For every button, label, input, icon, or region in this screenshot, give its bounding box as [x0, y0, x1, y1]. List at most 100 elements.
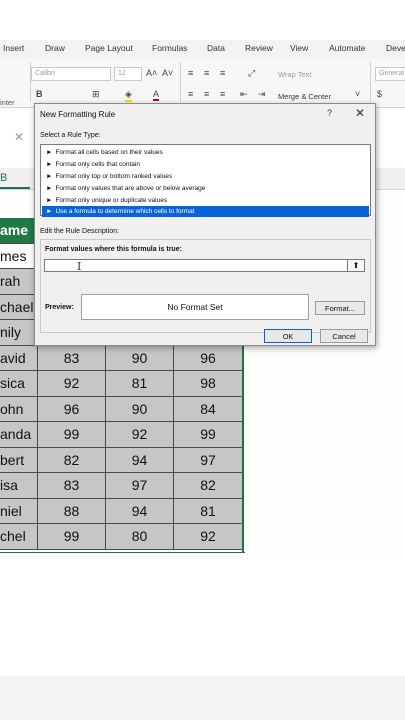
- score-cell[interactable]: 83: [38, 473, 106, 499]
- name-cell[interactable]: rah: [0, 269, 38, 295]
- formula-input[interactable]: [44, 259, 365, 272]
- tab-draw[interactable]: Draw: [45, 43, 65, 53]
- rule-type-list[interactable]: ► Format all cells based on their values …: [40, 144, 371, 217]
- score-cell[interactable]: 94: [106, 498, 174, 524]
- score-cell[interactable]: 92: [106, 422, 174, 448]
- score-cell[interactable]: 97: [106, 473, 174, 499]
- score-cell[interactable]: 90: [106, 396, 174, 422]
- column-header-b[interactable]: B: [0, 172, 7, 184]
- name-cell[interactable]: chel: [0, 524, 38, 550]
- align-middle-icon[interactable]: ≡: [204, 68, 209, 78]
- font-name-box[interactable]: Calibri: [31, 67, 111, 81]
- tab-insert[interactable]: Insert: [3, 43, 24, 53]
- name-cell[interactable]: avid: [0, 345, 38, 371]
- wrap-text-button[interactable]: Wrap Text: [278, 70, 312, 79]
- score-cell[interactable]: 96: [38, 396, 106, 422]
- font-color-icon[interactable]: A: [153, 89, 160, 101]
- score-cell[interactable]: 82: [174, 473, 243, 499]
- score-cell[interactable]: 98: [174, 371, 243, 397]
- rule-option[interactable]: ► Format only cells that contain: [42, 159, 369, 170]
- score-cell[interactable]: 82: [38, 447, 106, 473]
- align-bottom-icon[interactable]: ≡: [220, 68, 225, 78]
- top-blank: [0, 0, 405, 40]
- name-cell[interactable]: bert: [0, 447, 38, 473]
- header-cell-name[interactable]: ame: [0, 218, 38, 244]
- close-icon[interactable]: ✕: [355, 106, 365, 120]
- font-size-box[interactable]: 12: [114, 67, 142, 81]
- score-cell[interactable]: 92: [38, 371, 106, 397]
- score-cell[interactable]: 84: [174, 396, 243, 422]
- orientation-icon[interactable]: ⤢: [248, 68, 255, 79]
- arrow-right-icon: ►: [46, 197, 53, 204]
- cancel-icon[interactable]: ✕: [14, 130, 24, 144]
- collapse-dialog-icon[interactable]: ⬆: [347, 259, 365, 272]
- fill-color-icon[interactable]: ◈: [125, 89, 132, 102]
- borders-icon[interactable]: ⊞: [92, 89, 100, 100]
- format-button[interactable]: Format...: [315, 301, 365, 315]
- score-cell[interactable]: 99: [174, 422, 243, 448]
- arrow-right-icon: ►: [46, 185, 53, 192]
- name-cell[interactable]: nily: [0, 320, 38, 346]
- rule-option-selected[interactable]: ► Use a formula to determine which cells …: [42, 206, 369, 217]
- tab-view[interactable]: View: [290, 43, 308, 53]
- score-cell[interactable]: 83: [38, 345, 106, 371]
- table-row: bert 82 94 97: [0, 447, 245, 473]
- name-cell[interactable]: sica: [0, 371, 38, 397]
- rule-option[interactable]: ► Format all cells based on their values: [42, 147, 369, 158]
- merge-center-button[interactable]: Merge & Center: [278, 92, 331, 101]
- align-center-icon[interactable]: ≡: [204, 89, 209, 99]
- score-cell[interactable]: 96: [174, 345, 243, 371]
- score-cell[interactable]: 99: [38, 524, 106, 550]
- tab-page-layout[interactable]: Page Layout: [85, 43, 133, 53]
- tab-developer[interactable]: Deve: [386, 43, 405, 53]
- score-cell[interactable]: 92: [174, 524, 243, 550]
- name-cell[interactable]: mes: [0, 243, 38, 269]
- align-top-icon[interactable]: ≡: [188, 68, 193, 78]
- name-cell[interactable]: isa: [0, 473, 38, 499]
- rule-option[interactable]: ► Format only top or bottom ranked values: [42, 171, 369, 182]
- ribbon-tabs: Insert Draw Page Layout Formulas Data Re…: [0, 40, 405, 58]
- chevron-down-icon[interactable]: ˅: [355, 89, 360, 99]
- score-cell[interactable]: 81: [174, 498, 243, 524]
- tab-review[interactable]: Review: [245, 43, 273, 53]
- tab-automate[interactable]: Automate: [329, 43, 365, 53]
- ribbon-separator: [370, 62, 371, 102]
- rule-option-label: Format only unique or duplicate values: [55, 197, 168, 204]
- new-formatting-rule-dialog: New Formatting Rule ? ✕ Select a Rule Ty…: [34, 103, 376, 346]
- score-cell[interactable]: 80: [106, 524, 174, 550]
- decrease-font-icon[interactable]: A˅: [162, 68, 173, 78]
- name-cell[interactable]: anda: [0, 422, 38, 448]
- align-right-icon[interactable]: ≡: [220, 89, 225, 99]
- tab-data[interactable]: Data: [207, 43, 225, 53]
- table-row: anda 99 92 99: [0, 422, 245, 448]
- rule-option[interactable]: ► Format only values that are above or be…: [42, 183, 369, 194]
- score-cell[interactable]: 94: [106, 447, 174, 473]
- rule-option[interactable]: ► Format only unique or duplicate values: [42, 195, 369, 206]
- cancel-button[interactable]: Cancel: [320, 329, 368, 343]
- score-cell[interactable]: 81: [106, 371, 174, 397]
- align-left-icon[interactable]: ≡: [188, 89, 193, 99]
- score-cell[interactable]: 97: [174, 447, 243, 473]
- increase-indent-icon[interactable]: ⇥: [258, 89, 266, 100]
- score-cell[interactable]: 88: [38, 498, 106, 524]
- number-format-box[interactable]: General: [375, 67, 405, 81]
- name-cell[interactable]: niel: [0, 498, 38, 524]
- score-cell[interactable]: 90: [106, 345, 174, 371]
- table-row: sica 92 81 98: [0, 371, 245, 397]
- bold-icon[interactable]: B: [36, 89, 43, 99]
- formula-label: Format values where this formula is true…: [45, 246, 182, 253]
- currency-icon[interactable]: $: [377, 89, 382, 99]
- ok-button[interactable]: OK: [264, 329, 312, 343]
- name-cell[interactable]: ohn: [0, 396, 38, 422]
- name-cell[interactable]: chael: [0, 294, 38, 320]
- edit-rule-description-label: Edit the Rule Description:: [40, 228, 119, 235]
- score-cell[interactable]: 99: [38, 422, 106, 448]
- tab-formulas[interactable]: Formulas: [152, 43, 187, 53]
- decrease-indent-icon[interactable]: ⇤: [240, 89, 248, 100]
- table-row: avid 83 90 96: [0, 345, 245, 371]
- arrow-right-icon: ►: [46, 173, 53, 180]
- dialog-title: New Formatting Rule: [40, 110, 116, 119]
- help-icon[interactable]: ?: [327, 108, 332, 118]
- preview-label: Preview:: [45, 304, 74, 311]
- increase-font-icon[interactable]: A˄: [146, 68, 157, 78]
